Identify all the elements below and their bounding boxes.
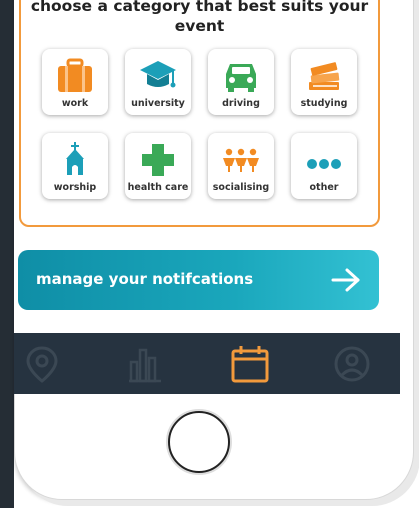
nav-calendar[interactable] [230, 344, 270, 384]
category-label: work [61, 98, 89, 109]
graduation-cap-icon [140, 61, 176, 88]
manage-notifications-label: manage your notifcations [36, 270, 254, 288]
medical-cross-icon [142, 144, 174, 176]
category-health-care[interactable]: health care [125, 133, 191, 199]
category-label: worship [53, 182, 97, 193]
location-pin-icon [26, 346, 58, 383]
category-label: health care [127, 182, 189, 193]
manage-notifications-button[interactable]: manage your notifcations [18, 250, 379, 310]
bottom-nav [14, 333, 400, 394]
category-studying[interactable]: studying [291, 49, 357, 115]
category-other[interactable]: other [291, 133, 357, 199]
briefcase-icon [58, 58, 92, 92]
category-university[interactable]: university [125, 49, 191, 115]
bar-chart-icon [129, 348, 161, 383]
people-icon [223, 148, 259, 172]
category-label: studying [300, 98, 348, 109]
nav-stats[interactable] [125, 344, 165, 384]
category-worship[interactable]: worship [42, 133, 108, 199]
books-icon [309, 62, 340, 90]
nav-profile[interactable] [332, 344, 372, 384]
nav-location[interactable] [22, 344, 62, 384]
calendar-icon [231, 346, 269, 383]
church-icon [66, 142, 84, 175]
category-driving[interactable]: driving [208, 49, 274, 115]
category-label: university [131, 98, 185, 109]
arrow-right-icon [331, 268, 360, 292]
background-strip [0, 0, 14, 508]
category-label: socialising [212, 182, 270, 193]
app-screen: choose a category that best suits your e… [14, 0, 400, 394]
profile-icon [334, 346, 370, 382]
car-icon [226, 64, 256, 92]
category-work[interactable]: work [42, 49, 108, 115]
dots-icon [307, 159, 341, 169]
category-prompt: choose a category that best suits your e… [30, 0, 369, 35]
category-picker: choose a category that best suits your e… [19, 0, 380, 227]
home-button[interactable] [166, 409, 232, 475]
category-socialising[interactable]: socialising [208, 133, 274, 199]
category-label: other [309, 182, 339, 193]
category-label: driving [222, 98, 260, 109]
